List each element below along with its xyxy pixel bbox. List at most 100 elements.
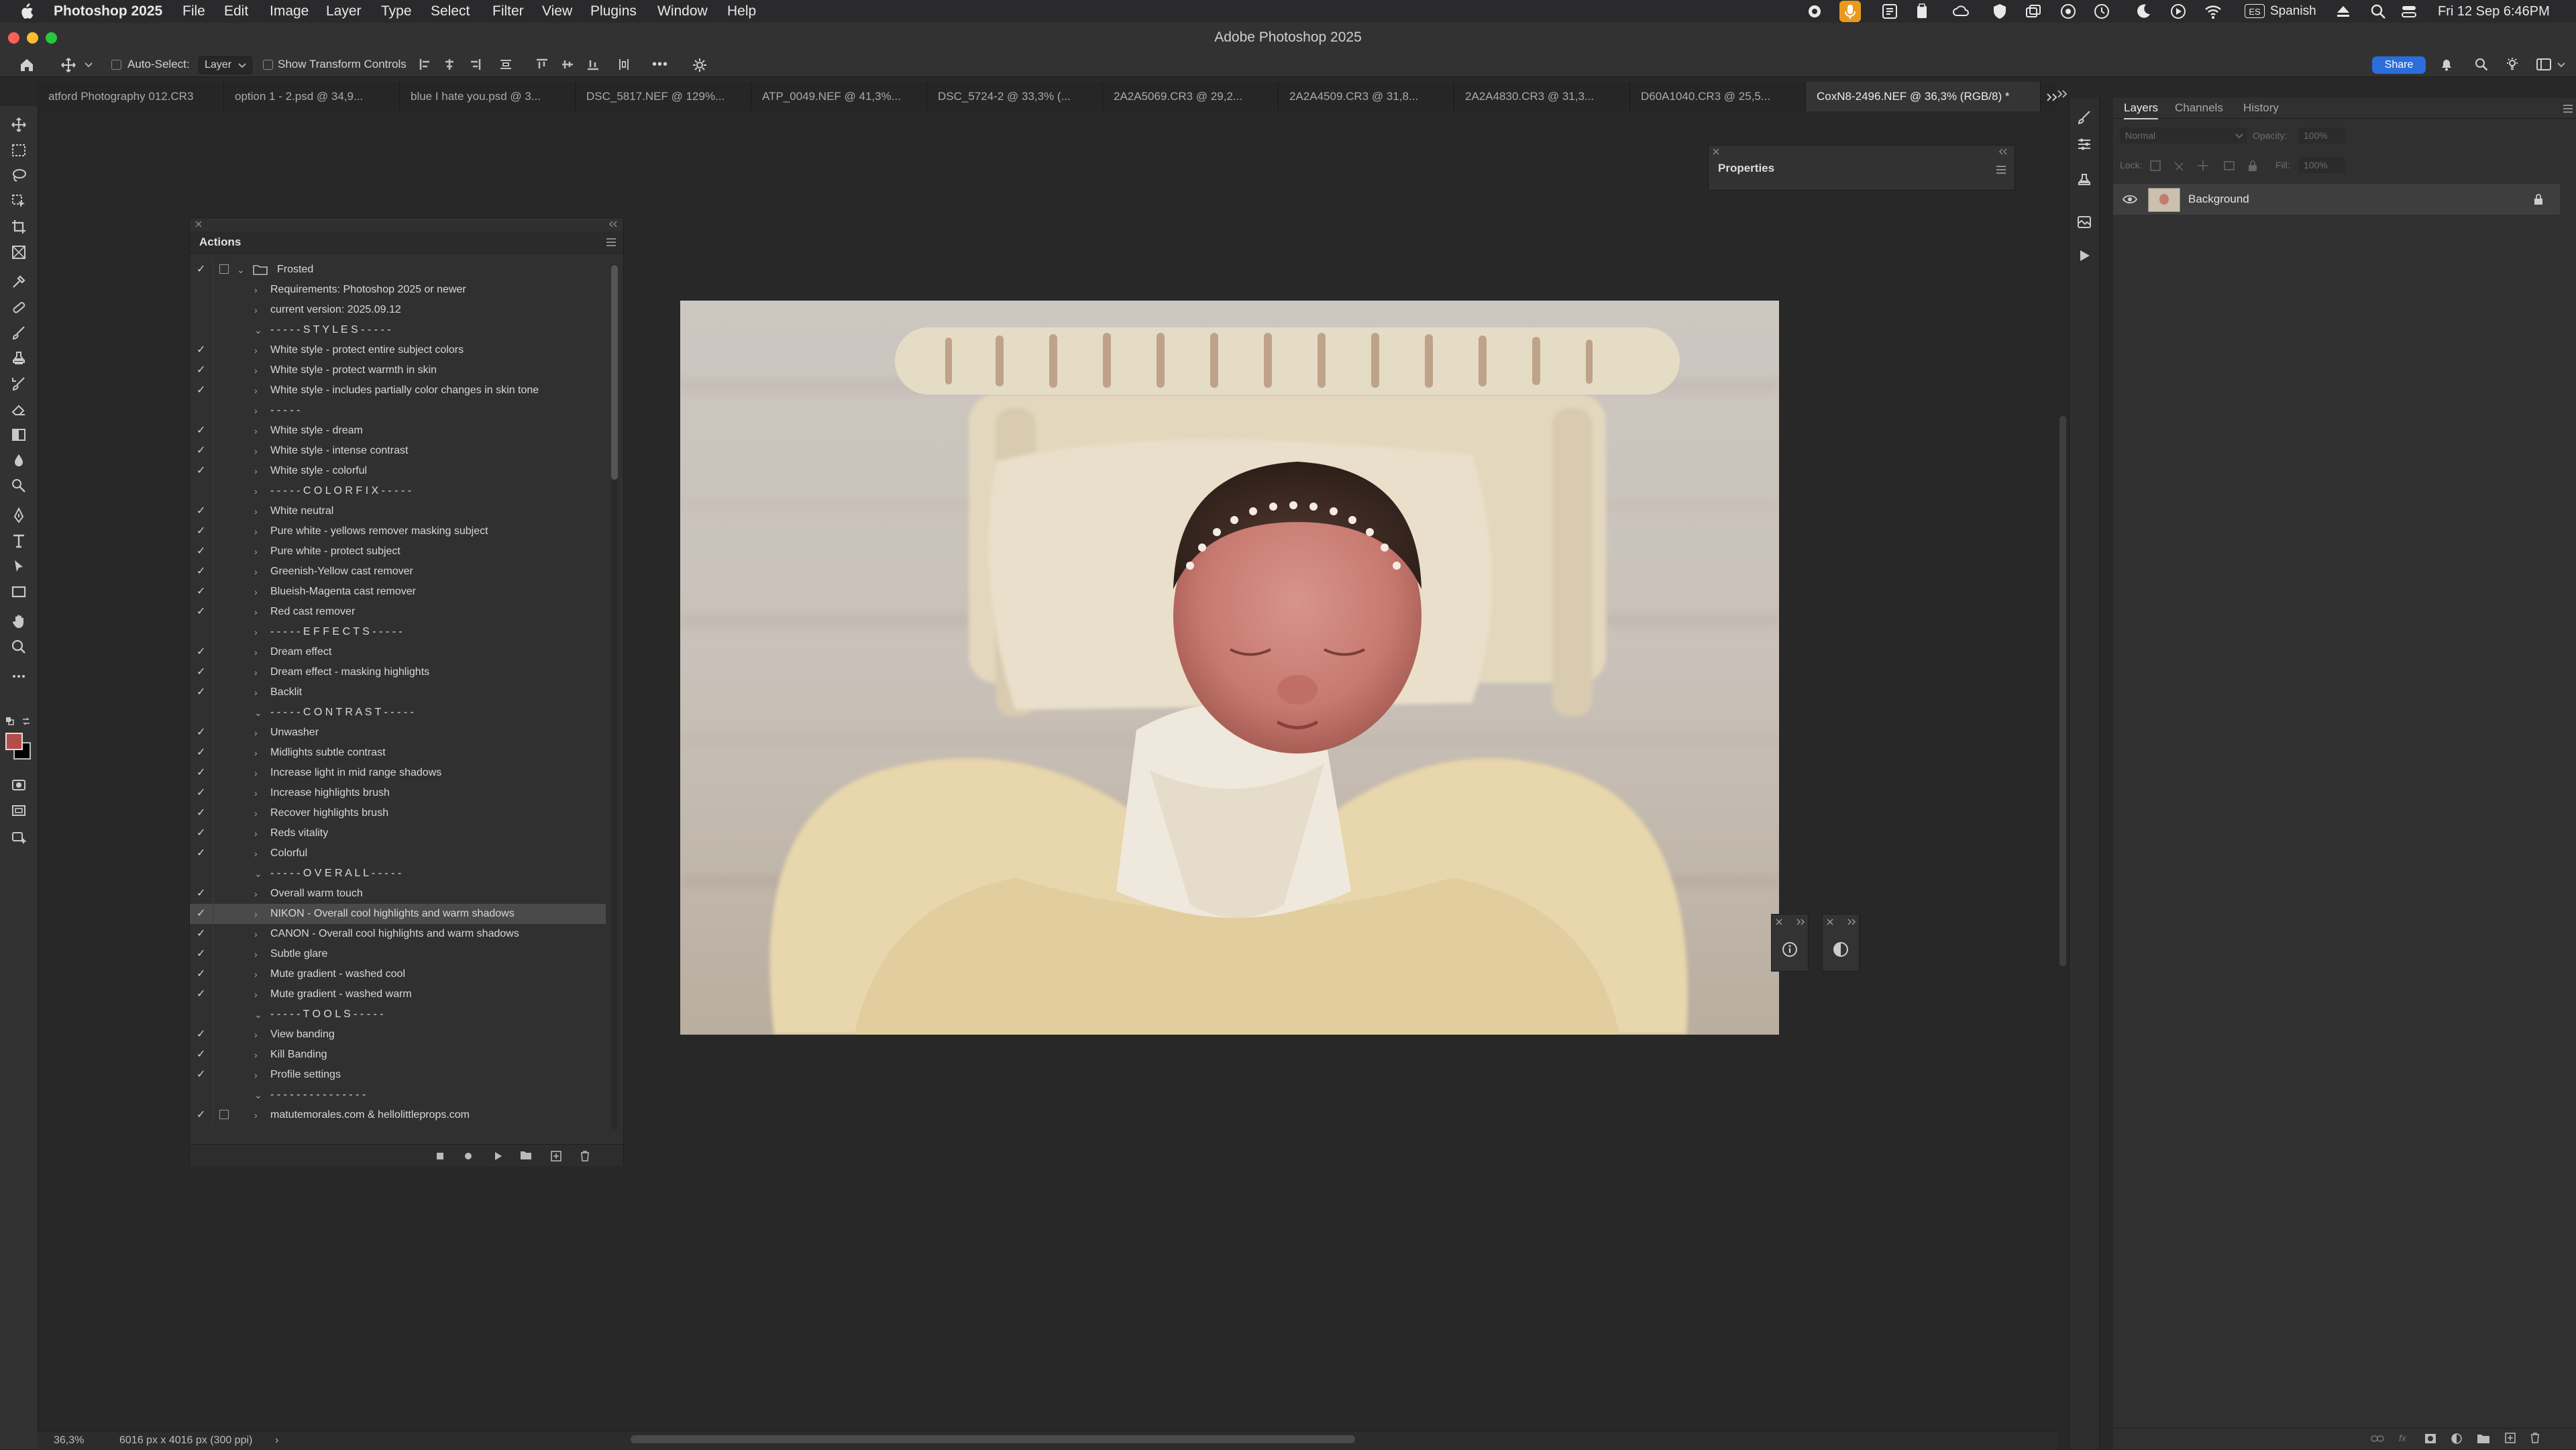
- stop-icon[interactable]: [435, 1151, 445, 1161]
- chevron-right-icon[interactable]: ›: [254, 1025, 264, 1045]
- tab-layers[interactable]: Layers: [2124, 98, 2159, 119]
- action-row[interactable]: ✓ › Red cast remover: [190, 602, 606, 622]
- checkmark-icon[interactable]: ✓: [197, 1025, 210, 1045]
- checkmark-icon[interactable]: ✓: [197, 380, 210, 401]
- vpn-icon[interactable]: [2059, 3, 2077, 20]
- action-row[interactable]: ✓ › Unwasher: [190, 723, 606, 743]
- new-layer-icon[interactable]: [2505, 1433, 2516, 1443]
- document-tab-active[interactable]: CoxN8-2496.NEF @ 36,3% (RGB/8) *: [1806, 82, 2041, 111]
- checkmark-icon[interactable]: ✓: [197, 984, 210, 1004]
- keyboard-layout-icon[interactable]: ES: [2245, 4, 2265, 18]
- shield-icon[interactable]: [1991, 3, 2008, 20]
- libraries-icon[interactable]: [2076, 215, 2092, 229]
- blend-mode-dropdown[interactable]: Normal: [2120, 127, 2247, 144]
- action-row[interactable]: ✓ › White style - intense contrast: [190, 441, 606, 461]
- action-row[interactable]: ✓ › Increase light in mid range shadows: [190, 763, 606, 783]
- info-icon[interactable]: [1782, 941, 1798, 957]
- trash-icon[interactable]: [2530, 1433, 2540, 1443]
- window-stack-icon[interactable]: [2025, 3, 2042, 20]
- brush-tool-icon[interactable]: [11, 325, 27, 341]
- document-tab[interactable]: DSC_5817.NEF @ 129%...: [576, 82, 751, 111]
- menu-select[interactable]: Select: [431, 0, 470, 23]
- chevron-down-icon[interactable]: [85, 62, 93, 68]
- do-not-disturb-icon[interactable]: [2135, 3, 2152, 20]
- chevron-right-icon[interactable]: ›: [254, 521, 264, 541]
- checkmark-icon[interactable]: ✓: [197, 461, 210, 481]
- more-options-button[interactable]: •••: [652, 52, 668, 76]
- document-tab[interactable]: 2A2A4509.CR3 @ 31,8...: [1279, 82, 1454, 111]
- menu-window[interactable]: Window: [657, 0, 708, 23]
- quick-mask-icon[interactable]: [11, 777, 27, 793]
- input-source-label[interactable]: Spanish: [2270, 0, 2316, 23]
- chevron-right-icon[interactable]: ›: [254, 924, 264, 944]
- align-bottom-icon[interactable]: [586, 58, 600, 71]
- chevron-right-icon[interactable]: ›: [254, 280, 264, 300]
- document-tab[interactable]: 2A2A4830.CR3 @ 31,3...: [1454, 82, 1630, 111]
- chevron-right-icon[interactable]: ›: [254, 541, 264, 562]
- clipboard-icon[interactable]: [1913, 3, 1931, 20]
- creative-cloud-icon[interactable]: [1952, 3, 1970, 20]
- gear-icon[interactable]: [692, 58, 707, 72]
- move-tool-icon[interactable]: [60, 57, 76, 73]
- distribute-vertical-icon[interactable]: [617, 58, 631, 71]
- checkmark-icon[interactable]: ✓: [197, 541, 210, 562]
- action-row[interactable]: ✓ › Dream effect: [190, 642, 606, 662]
- adjustment-layer-icon[interactable]: [1833, 941, 1849, 957]
- checkmark-icon[interactable]: ✓: [197, 763, 210, 783]
- notes-icon[interactable]: [1881, 3, 1898, 20]
- chevron-right-icon[interactable]: ›: [254, 642, 264, 662]
- align-right-icon[interactable]: [468, 58, 482, 71]
- chevron-right-icon[interactable]: ›: [254, 360, 264, 380]
- checkmark-icon[interactable]: ✓: [197, 723, 210, 743]
- screen-mode-icon[interactable]: [11, 802, 27, 819]
- dialog-toggle-icon[interactable]: [219, 264, 229, 274]
- panel-menu-icon[interactable]: [606, 238, 616, 246]
- checkmark-icon[interactable]: ✓: [197, 501, 210, 521]
- crop-tool-icon[interactable]: [11, 219, 27, 235]
- action-row[interactable]: › current version: 2025.09.12: [190, 300, 606, 320]
- microphone-icon[interactable]: [1839, 1, 1861, 22]
- chevron-down-icon[interactable]: [2557, 62, 2565, 68]
- chevron-right-icon[interactable]: ›: [254, 340, 264, 360]
- default-colors-icon[interactable]: [5, 717, 15, 726]
- auto-select-checkbox[interactable]: [111, 60, 121, 70]
- new-set-folder-icon[interactable]: [520, 1151, 532, 1160]
- checkmark-icon[interactable]: ✓: [197, 340, 210, 360]
- action-row[interactable]: ✓ › White style - protect warmth in skin: [190, 360, 606, 380]
- spotlight-search-icon[interactable]: [2369, 3, 2387, 20]
- action-row[interactable]: ✓ › NIKON - Overall cool highlights and wa…: [190, 904, 606, 924]
- marquee-tool-icon[interactable]: [11, 142, 27, 158]
- checkmark-icon[interactable]: ✓: [197, 642, 210, 662]
- horizontal-scrollbar-thumb[interactable]: [631, 1435, 1355, 1443]
- dodge-tool-icon[interactable]: [11, 478, 27, 494]
- clock[interactable]: Fri 12 Sep 6:46PM: [2438, 0, 2550, 23]
- eyedropper-tool-icon[interactable]: [11, 274, 27, 290]
- action-row[interactable]: ⌄ - - - - - - - - - - - - - - -: [190, 1085, 606, 1105]
- action-row[interactable]: ✓ › Backlit: [190, 682, 606, 703]
- type-tool-icon[interactable]: [11, 533, 27, 549]
- chevron-right-icon[interactable]: ›: [254, 803, 264, 823]
- trash-icon[interactable]: [580, 1151, 590, 1161]
- lasso-tool-icon[interactable]: [11, 168, 27, 184]
- document-tab[interactable]: ATP_0049.NEF @ 41,3%...: [751, 82, 927, 111]
- new-action-icon[interactable]: [551, 1151, 561, 1161]
- panel-title[interactable]: Actions: [199, 231, 241, 253]
- search-icon[interactable]: [2474, 57, 2489, 72]
- chevron-right-icon[interactable]: ›: [254, 723, 264, 743]
- action-row[interactable]: ✓ › Colorful: [190, 843, 606, 864]
- move-tool-icon[interactable]: [11, 117, 27, 133]
- rectangle-tool-icon[interactable]: [11, 584, 27, 600]
- menu-image[interactable]: Image: [270, 0, 309, 23]
- play-icon[interactable]: [2169, 3, 2187, 20]
- object-selection-tool-icon[interactable]: [11, 193, 27, 209]
- chevron-right-icon[interactable]: ›: [254, 562, 264, 582]
- action-row[interactable]: ⌄ - - - - - T O O L S - - - - -: [190, 1004, 606, 1025]
- chevron-right-icon[interactable]: ›: [254, 461, 264, 481]
- document-tab[interactable]: D60A1040.CR3 @ 25,5...: [1630, 82, 1806, 111]
- chevron-down-icon[interactable]: ⌄: [254, 864, 264, 884]
- menu-help[interactable]: Help: [727, 0, 756, 23]
- wifi-icon[interactable]: [2204, 3, 2222, 20]
- chevron-down-icon[interactable]: ⌄: [254, 703, 264, 723]
- action-row[interactable]: ⌄ - - - - - S T Y L E S - - - - -: [190, 320, 606, 340]
- action-row[interactable]: ✓ › White style - dream: [190, 421, 606, 441]
